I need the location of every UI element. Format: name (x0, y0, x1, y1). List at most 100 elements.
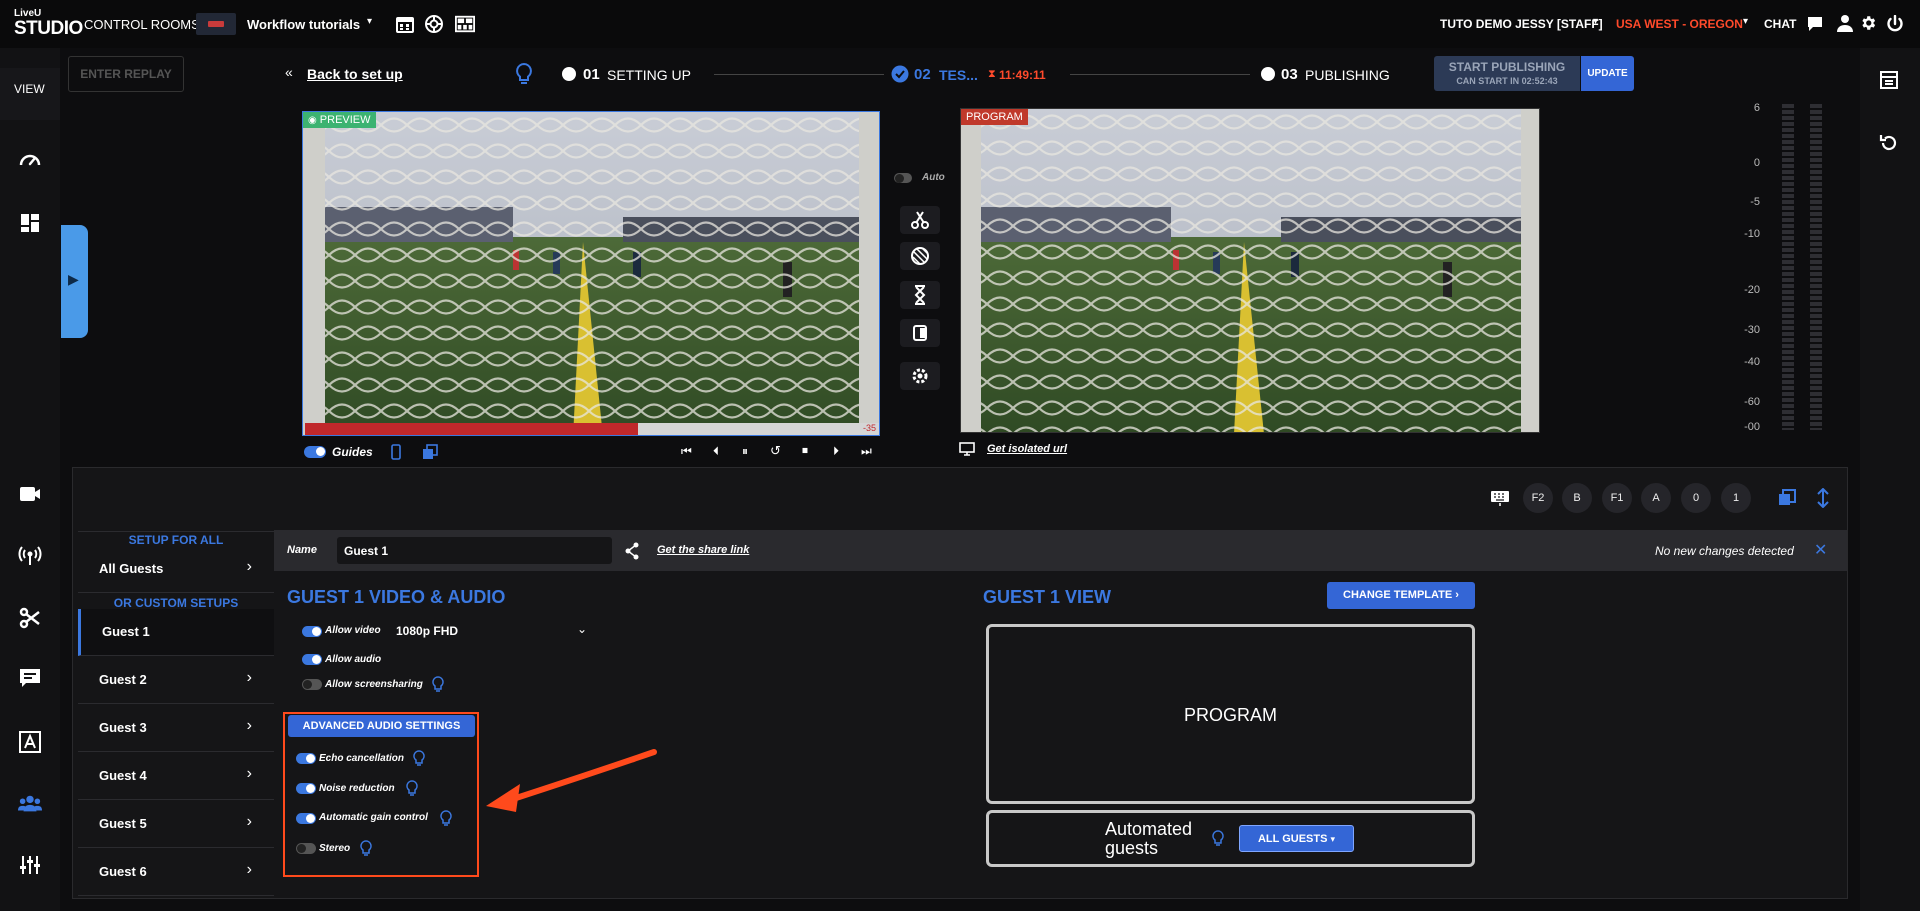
audio-mixer-icon[interactable] (18, 853, 42, 877)
allow-video-label: Allow video (325, 625, 381, 636)
skip-to-end-icon[interactable]: ⏭ (861, 444, 872, 459)
back-to-setup-link[interactable]: Back to set up (307, 66, 403, 82)
chevron-down-icon[interactable]: ▾ (367, 16, 372, 27)
guides-toggle[interactable] (304, 446, 326, 458)
guest-list-item-4[interactable]: Guest 4 › (78, 753, 274, 800)
workflow-selector[interactable]: Workflow tutorials (247, 17, 360, 32)
close-icon[interactable]: ✕ (1814, 540, 1827, 560)
step-1-label[interactable]: SETTING UP (607, 67, 691, 83)
allow-audio-toggle[interactable] (302, 654, 322, 665)
stop-icon[interactable]: ⏹ (802, 443, 808, 458)
lightbulb-tip-icon[interactable] (439, 810, 453, 827)
chat-label[interactable]: CHAT (1764, 17, 1796, 31)
layout-grid-icon[interactable] (18, 211, 42, 235)
lightbulb-tip-icon[interactable] (1211, 830, 1225, 847)
mix-transition-button[interactable] (900, 242, 940, 270)
shortcut-key-f1[interactable]: F1 (1602, 483, 1632, 513)
guest-name-input[interactable]: Guest 1 (337, 537, 612, 564)
preview-video-frame (303, 112, 879, 435)
step-back-icon[interactable]: ⏴ (713, 444, 719, 459)
panel-expand-tab[interactable]: ▶ (61, 225, 88, 338)
lightbulb-tip-icon[interactable] (514, 62, 534, 86)
allow-video-toggle[interactable] (302, 626, 322, 637)
guest-list-item-2[interactable]: Guest 2 › (78, 657, 274, 704)
step-forward-icon[interactable]: ⏵ (833, 444, 839, 459)
all-guests-dropdown[interactable]: ALL GUESTS ▾ (1239, 825, 1354, 852)
step-3-label[interactable]: PUBLISHING (1305, 67, 1390, 83)
skip-to-start-icon[interactable]: ⏮ (681, 444, 692, 459)
resize-vertical-icon[interactable] (1816, 488, 1830, 508)
calendar-icon[interactable] (395, 14, 415, 34)
sidebar-view-item[interactable]: VIEW (0, 68, 60, 120)
guests-group-icon[interactable] (18, 792, 42, 816)
broadcast-antenna-icon[interactable] (18, 543, 42, 567)
eye-icon: ◉ (308, 115, 317, 126)
multiview-layout-icon[interactable] (455, 14, 475, 34)
preview-timeline[interactable] (305, 423, 879, 435)
power-icon[interactable] (1886, 15, 1904, 33)
dashboard-gauge-icon[interactable] (18, 148, 42, 172)
pause-icon[interactable]: ⏸ (742, 444, 748, 459)
all-guests-item[interactable]: All Guests › (78, 546, 274, 593)
text-overlay-icon[interactable] (18, 730, 42, 754)
auto-transition-toggle[interactable] (894, 173, 912, 183)
shortcut-key-0[interactable]: 0 (1681, 483, 1711, 513)
lightbulb-tip-icon[interactable] (412, 750, 426, 767)
layers-icon[interactable] (1778, 489, 1796, 507)
cut-transition-button[interactable] (900, 206, 940, 234)
guest-list-item-6[interactable]: Guest 6 › (78, 849, 274, 896)
get-share-link[interactable]: Get the share link (657, 544, 749, 556)
get-isolated-url-link[interactable]: Get isolated url (987, 443, 1067, 455)
lightbulb-tip-icon[interactable] (359, 840, 373, 857)
noise-reduction-toggle[interactable] (296, 783, 316, 794)
advanced-audio-settings-header[interactable]: ADVANCED AUDIO SETTINGS (288, 715, 475, 737)
stereo-toggle[interactable] (296, 843, 316, 854)
start-publishing-button[interactable]: START PUBLISHING CAN START IN 02:52:43 (1434, 56, 1580, 91)
update-button[interactable]: UPDATE (1581, 56, 1634, 91)
mobile-device-icon[interactable] (390, 444, 402, 460)
keyboard-icon[interactable] (1490, 488, 1510, 508)
lightbulb-tip-icon[interactable] (431, 676, 445, 693)
guest-list-item-5[interactable]: Guest 5 › (78, 801, 274, 848)
noise-reduction-label: Noise reduction (319, 783, 395, 794)
control-rooms-link[interactable]: CONTROL ROOMS (84, 17, 200, 32)
chat-icon[interactable] (1806, 15, 1824, 33)
automatic-gain-control-toggle[interactable] (296, 813, 316, 824)
template-program-slot[interactable]: PROGRAM (986, 624, 1475, 804)
allow-screensharing-toggle[interactable] (302, 679, 322, 690)
chevron-down-icon[interactable]: ▾ (1743, 16, 1748, 27)
undo-history-icon[interactable] (1879, 133, 1899, 153)
shortcut-key-f2[interactable]: F2 (1523, 483, 1553, 513)
preview-monitor[interactable]: ◉ PREVIEW -35 (302, 111, 880, 436)
user-menu[interactable]: TUTO DEMO JESSY [STAFF] (1440, 17, 1603, 31)
lightbulb-tip-icon[interactable] (405, 780, 419, 797)
settings-gear-icon[interactable] (1859, 14, 1877, 32)
shortcut-key-a[interactable]: A (1641, 483, 1671, 513)
guest-list-item-3[interactable]: Guest 3 › (78, 705, 274, 752)
region-selector[interactable]: USA WEST - OREGON (1616, 17, 1743, 31)
resolution-select[interactable]: 1080p FHD (396, 624, 458, 638)
scissors-icon[interactable] (18, 606, 42, 630)
shortcut-key-b[interactable]: B (1562, 483, 1592, 513)
guest-list-item-1[interactable]: Guest 1 (78, 609, 274, 656)
swap-transition-button[interactable] (900, 319, 940, 347)
caption-message-icon[interactable] (18, 666, 42, 690)
rundown-list-icon[interactable] (1879, 70, 1899, 90)
liveu-studio-logo[interactable]: LiveU STUDIO (14, 8, 83, 42)
chevron-down-icon[interactable]: ⌄ (577, 622, 587, 636)
transition-settings-button[interactable] (900, 362, 940, 390)
share-icon[interactable] (624, 542, 640, 560)
overlay-layers-icon[interactable] (422, 444, 438, 460)
shortcut-key-1[interactable]: 1 (1721, 483, 1751, 513)
video-camera-icon[interactable] (18, 482, 42, 506)
program-monitor[interactable]: PROGRAM (960, 108, 1540, 433)
lifebuoy-icon[interactable] (424, 14, 444, 34)
step-2-label[interactable]: TES... (939, 67, 978, 83)
chevron-down-icon[interactable]: ▾ (1593, 16, 1598, 27)
fade-transition-button[interactable] (900, 281, 940, 309)
echo-cancellation-toggle[interactable] (296, 753, 316, 764)
user-icon[interactable] (1836, 14, 1854, 32)
change-template-button[interactable]: CHANGE TEMPLATE › (1327, 582, 1475, 609)
enter-replay-button[interactable]: ENTER REPLAY (68, 56, 184, 92)
replay-icon[interactable]: ↺ (770, 443, 781, 459)
